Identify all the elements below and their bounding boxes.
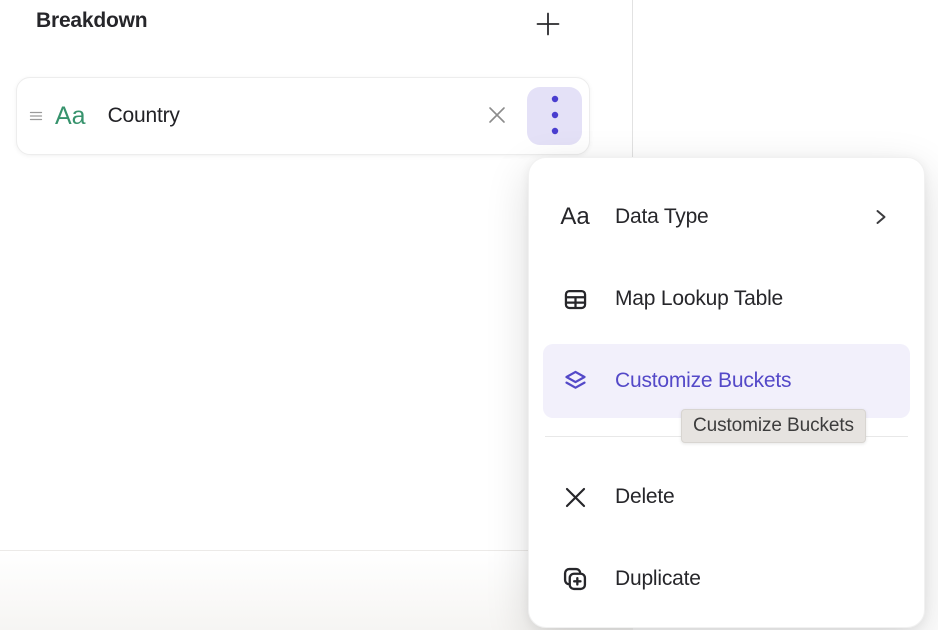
field-name: Country xyxy=(108,104,180,128)
menu-item-data-type[interactable]: Aa Data Type xyxy=(543,180,910,254)
plus-icon xyxy=(534,10,562,41)
table-icon xyxy=(559,283,591,315)
chevron-right-icon xyxy=(874,207,888,227)
text-type-badge: Aa xyxy=(55,104,86,129)
close-icon xyxy=(486,104,508,129)
menu-item-label: Map Lookup Table xyxy=(615,287,783,311)
menu-item-label: Data Type xyxy=(615,205,709,229)
x-icon xyxy=(559,481,591,513)
stack-icon xyxy=(559,365,591,397)
drag-handle-icon[interactable] xyxy=(25,105,47,127)
menu-item-duplicate[interactable]: Duplicate xyxy=(543,542,910,616)
breakdown-field-card: Aa Country xyxy=(16,77,590,155)
menu-item-customize-buckets[interactable]: Customize Buckets xyxy=(543,344,910,418)
text-format-icon: Aa xyxy=(559,201,591,233)
remove-field-button[interactable] xyxy=(479,98,515,134)
menu-divider xyxy=(545,436,908,437)
menu-item-map-lookup-table[interactable]: Map Lookup Table xyxy=(543,262,910,336)
menu-item-delete[interactable]: Delete xyxy=(543,460,910,534)
add-breakdown-button[interactable] xyxy=(530,7,566,43)
panel-title: Breakdown xyxy=(36,9,147,33)
duplicate-icon xyxy=(559,563,591,595)
menu-item-label: Delete xyxy=(615,485,675,509)
kebab-menu-icon xyxy=(551,94,559,139)
more-options-button[interactable] xyxy=(527,87,582,145)
field-options-menu: Aa Data Type Map Lookup Table Customize … xyxy=(528,157,925,628)
tooltip-text: Customize Buckets xyxy=(693,415,854,437)
panel-header: Breakdown xyxy=(0,0,632,60)
menu-item-label: Customize Buckets xyxy=(615,369,791,393)
menu-item-label: Duplicate xyxy=(615,567,701,591)
